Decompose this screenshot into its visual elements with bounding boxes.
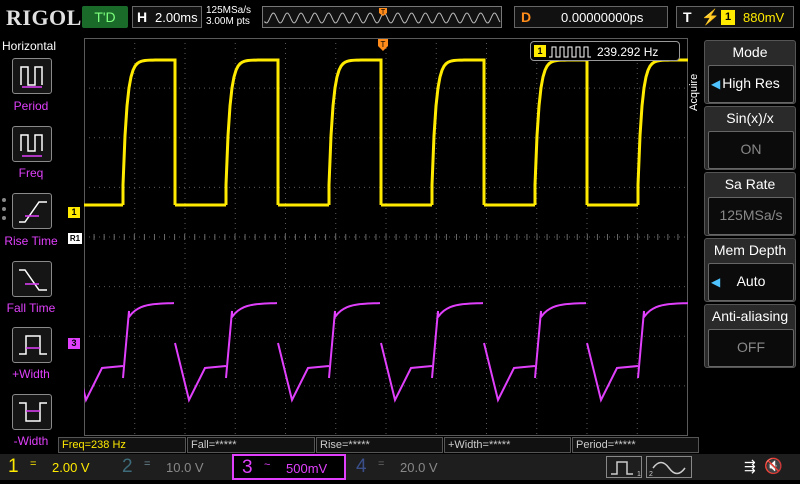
mem-depth-value: Auto [736, 273, 766, 289]
period-label: Period [13, 99, 49, 113]
neg-width-icon [19, 402, 47, 422]
ch2-coupling: = [144, 458, 151, 470]
ch2-status[interactable]: 2 = 10.0 V [114, 455, 230, 479]
pos-width-label: +Width [12, 367, 50, 381]
mem-depth-title: Mem Depth [713, 242, 787, 258]
ch3-number: 3 [242, 457, 253, 478]
ch4-number: 4 [356, 456, 367, 477]
fall-time-label: Fall Time [6, 301, 56, 315]
trigger-level: 880mV [743, 10, 785, 25]
delay-box[interactable]: D 0.00000000ps [514, 6, 668, 28]
svg-text:T: T [381, 40, 386, 49]
usb-icon: ⇶ [744, 458, 756, 474]
trigger-source-badge: 1 [721, 10, 735, 25]
timebase-value: 2.00ms [155, 10, 198, 25]
trigger-position-marker[interactable]: T [378, 39, 388, 51]
trigger-key: T [683, 9, 692, 25]
speaker-muted-icon[interactable]: 🔇 [764, 457, 783, 475]
ch3-status[interactable]: 3 ~ 500mV [232, 454, 346, 480]
acquire-menu-tab: Acquire [688, 73, 700, 111]
sa-rate-value: 125MSa/s [719, 207, 783, 223]
horizontal-timebase-box[interactable]: H 2.00ms [132, 6, 202, 28]
measure-fall[interactable]: Fall=***** [187, 437, 315, 453]
rise-time-icon [19, 201, 47, 223]
mode-title: Mode [732, 44, 768, 60]
measure-period[interactable]: Period=***** [572, 437, 699, 453]
sinx-title: Sin(x)/x [726, 110, 774, 126]
generator1-square-icon[interactable]: 1 [606, 456, 642, 478]
counter-channel-badge: 1 [534, 45, 546, 57]
mem-depth-softkey[interactable]: Mem Depth ◀ Auto [704, 238, 796, 302]
ch1-scale: 2.00 V [52, 460, 90, 475]
fall-time-icon [19, 269, 47, 291]
freq-button[interactable] [12, 126, 52, 162]
memory-points: 3.00M pts [206, 16, 250, 27]
anti-aliasing-softkey[interactable]: Anti-aliasing OFF [704, 304, 796, 368]
square-wave-icon [549, 46, 591, 58]
measure-pos-width[interactable]: +Width=***** [444, 437, 571, 453]
rise-time-label: Rise Time [4, 234, 58, 248]
ch4-status[interactable]: 4 = 20.0 V [348, 455, 464, 479]
frequency-counter-readout: 1 239.292 Hz [530, 41, 680, 61]
menu-scroll-indicator [2, 198, 8, 225]
counter-frequency: 239.292 Hz [597, 45, 659, 59]
sinx-softkey[interactable]: Sin(x)/x ON [704, 106, 796, 170]
freq-icon [20, 134, 43, 157]
memory-overview-wave: T [264, 8, 501, 24]
rigol-logo: RIGOL [6, 5, 82, 30]
ch3-scale: 500mV [286, 461, 328, 476]
trigger-box[interactable]: T ⚡ 1 880mV [676, 6, 794, 28]
measure-freq[interactable]: Freq=238 Hz [58, 437, 186, 453]
ch1-number: 1 [8, 456, 19, 477]
mode-softkey[interactable]: Mode ◀ High Res [704, 40, 796, 104]
measure-rise[interactable]: Rise=***** [316, 437, 443, 453]
mode-value: High Res [722, 75, 780, 91]
sinx-value: ON [740, 141, 762, 157]
ch3-coupling: ~ [264, 459, 271, 471]
ch1-coupling: = [30, 458, 37, 470]
svg-text:1: 1 [637, 471, 641, 478]
freq-label: Freq [18, 166, 44, 180]
trigger-status-badge: T'D [82, 6, 128, 28]
neg-width-label: -Width [13, 434, 49, 448]
svg-text:2: 2 [649, 471, 653, 478]
pos-width-icon [19, 335, 47, 355]
anti-aliasing-value: OFF [737, 339, 765, 355]
trigger-position-marker-mini: T [381, 9, 386, 16]
sample-rate-readout: 125MSa/s 3.00M pts [206, 5, 251, 27]
ch1-offset-marker[interactable]: 1 [68, 207, 80, 218]
neg-width-button[interactable] [12, 394, 52, 430]
delay-key: D [521, 9, 532, 25]
generator2-sine-icon[interactable]: 2 [646, 456, 692, 478]
waveform-display[interactable]: T [84, 38, 688, 436]
ch4-coupling: = [378, 458, 385, 470]
pos-width-button[interactable] [12, 327, 52, 363]
measure-category-title: Horizontal [2, 39, 57, 53]
rising-edge-icon: ⚡ [701, 9, 720, 26]
fall-time-button[interactable] [12, 261, 52, 297]
horizontal-key: H [137, 9, 148, 25]
ch3-offset-marker[interactable]: 3 [68, 338, 80, 349]
anti-aliasing-title: Anti-aliasing [711, 308, 789, 324]
sa-rate-title: Sa Rate [724, 176, 776, 192]
delay-value: 0.00000000ps [561, 10, 644, 25]
memory-waveform-overview[interactable]: T [262, 6, 502, 28]
ch2-scale: 10.0 V [166, 460, 204, 475]
sa-rate-softkey[interactable]: Sa Rate 125MSa/s [704, 172, 796, 236]
ch4-scale: 20.0 V [400, 460, 438, 475]
period-icon [20, 66, 43, 88]
ch2-number: 2 [122, 456, 133, 477]
ref-marker[interactable]: R1 [68, 233, 82, 244]
rise-time-button[interactable] [12, 193, 52, 229]
ch1-status[interactable]: 1 = 2.00 V [0, 455, 114, 479]
period-button[interactable] [12, 58, 52, 94]
sample-rate: 125MSa/s [206, 5, 252, 16]
